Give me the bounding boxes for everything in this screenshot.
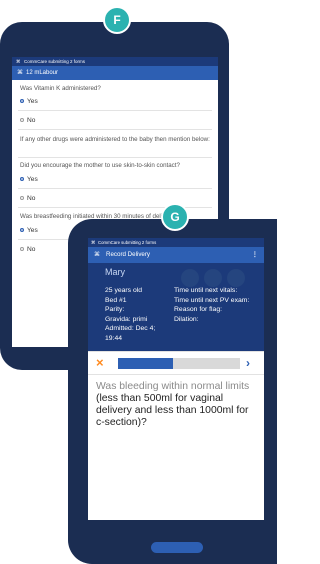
option-no[interactable]: No bbox=[20, 116, 35, 125]
next-arrow-icon[interactable]: › bbox=[246, 354, 250, 372]
divider bbox=[18, 129, 212, 130]
detail-gravida: Gravida: primi bbox=[105, 315, 148, 323]
tablet-g-screen: ⌘ CommCare submitting 2 forms ⌘ Record D… bbox=[88, 238, 264, 520]
question-skin-to-skin: Did you encourage the mother to use skin… bbox=[20, 162, 180, 169]
radio-unselected-icon[interactable] bbox=[20, 247, 24, 252]
question-text: Was bleeding within normal limits (less … bbox=[96, 381, 256, 429]
app-title: Record Delivery bbox=[106, 251, 151, 258]
step-badge-f: F bbox=[103, 6, 131, 34]
step-badge-g: G bbox=[161, 203, 189, 231]
detail-age: 25 years old bbox=[105, 287, 143, 294]
close-icon[interactable]: × bbox=[96, 354, 104, 372]
progress-fill bbox=[118, 358, 173, 369]
detail-bed: Bed #1 bbox=[105, 296, 127, 304]
radio-unselected-icon[interactable] bbox=[20, 196, 24, 201]
decorative-circle bbox=[204, 269, 222, 287]
option-no[interactable]: No bbox=[20, 194, 35, 203]
detail-admitted-time: 19:44 bbox=[105, 334, 123, 342]
patient-info-panel: Mary 25 years old Bed #1 Parity: Gravida… bbox=[88, 263, 264, 358]
decorative-circle bbox=[227, 269, 245, 287]
question-text-part2: (less than 500ml for vaginal delivery an… bbox=[96, 393, 249, 428]
detail-dilation: Dilation: bbox=[174, 315, 199, 323]
question-text-part1: Was bleeding within normal limits bbox=[96, 381, 250, 392]
option-yes[interactable]: Yes bbox=[20, 175, 38, 184]
detail-next-vitals: Time until next vitals: bbox=[174, 287, 238, 294]
question-other-drugs: If any other drugs were administered to … bbox=[20, 136, 210, 143]
commcare-icon: ⌘ bbox=[16, 59, 21, 64]
app-bar: ⌘ 12 mLabour bbox=[12, 66, 218, 80]
grid-icon[interactable]: ⌘ bbox=[94, 247, 100, 263]
patient-details-right: Time until next vitals: Time until next … bbox=[174, 286, 264, 324]
detail-parity: Parity: bbox=[105, 306, 125, 313]
app-title: 12 mLabour bbox=[26, 70, 59, 76]
radio-selected-icon[interactable] bbox=[20, 228, 24, 233]
radio-selected-icon[interactable] bbox=[20, 99, 24, 104]
grid-icon[interactable]: ⌘ bbox=[17, 66, 23, 80]
detail-flag-reason: Reason for flag: bbox=[174, 306, 222, 313]
app-bar: ⌘ Record Delivery ⋮ bbox=[88, 247, 264, 263]
divider bbox=[18, 110, 212, 111]
question-nav-bar: × › bbox=[88, 351, 264, 375]
overflow-menu-icon[interactable]: ⋮ bbox=[252, 247, 258, 263]
decorative-circle bbox=[181, 269, 199, 287]
home-button[interactable] bbox=[151, 542, 203, 553]
detail-admitted: Admitted: Dec 4; bbox=[105, 325, 156, 332]
commcare-icon: ⌘ bbox=[91, 240, 96, 245]
option-yes[interactable]: Yes bbox=[20, 97, 38, 106]
progress-bar bbox=[118, 358, 240, 369]
option-yes[interactable]: Yes bbox=[20, 226, 38, 235]
question-vitamin-k: Was Vitamin K administered? bbox=[20, 85, 101, 92]
patient-details-left: 25 years old Bed #1 Parity: Gravida: pri… bbox=[105, 286, 183, 343]
patient-name: Mary bbox=[105, 267, 125, 277]
status-text: CommCare submitting 2 forms bbox=[98, 240, 157, 245]
option-no[interactable]: No bbox=[20, 245, 35, 254]
status-bar: ⌘ CommCare submitting 2 forms bbox=[12, 57, 218, 66]
divider bbox=[18, 188, 212, 189]
status-text: CommCare submitting 2 forms bbox=[24, 59, 86, 64]
detail-next-pv-exam: Time until next PV exam: bbox=[174, 296, 250, 304]
divider bbox=[18, 157, 212, 158]
status-bar: ⌘ CommCare submitting 2 forms bbox=[88, 238, 264, 247]
radio-unselected-icon[interactable] bbox=[20, 118, 24, 123]
radio-selected-icon[interactable] bbox=[20, 177, 24, 182]
